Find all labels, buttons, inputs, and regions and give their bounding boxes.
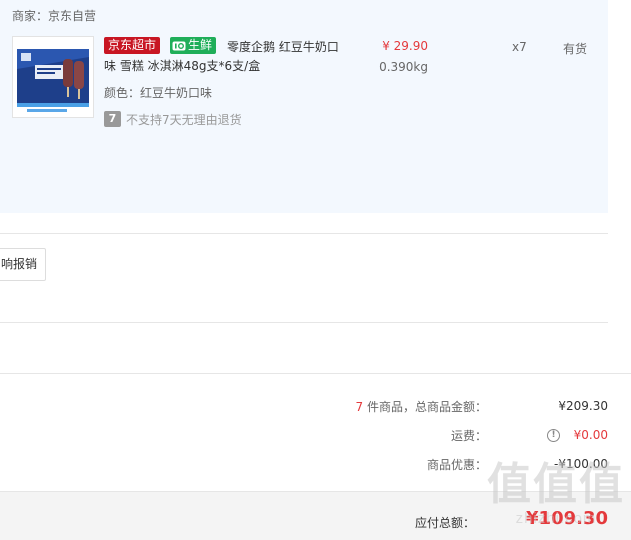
- divider: [0, 322, 608, 323]
- product-image[interactable]: [12, 36, 94, 118]
- shop-item-panel: 商家：京东自营 京东超市 生鲜 零度企鹅 红豆牛奶口 味 雪糕 冰淇淋48g支*…: [0, 0, 608, 213]
- product-price: ¥ 29.90: [382, 39, 428, 53]
- stock-status: 有货: [563, 42, 588, 56]
- popsicle-box-image: [13, 37, 93, 117]
- product-quantity: x7: [512, 40, 527, 54]
- product-weight: 0.390kg: [379, 60, 428, 74]
- goods-total-row: 7 件商品，总商品金额： ¥209.30: [0, 397, 631, 415]
- fresh-tag: 生鲜: [170, 37, 217, 54]
- payable-label: 应付总额：: [414, 516, 475, 530]
- product-title-line2[interactable]: 味 雪糕 冰淇淋48g支*6支/盒: [104, 57, 260, 74]
- product-color: 颜色：红豆牛奶口味: [104, 86, 213, 100]
- goods-total-value: ¥209.30: [558, 399, 608, 413]
- return-policy-icon: 7: [104, 111, 121, 127]
- shipping-value: ¥0.00: [573, 428, 608, 442]
- discount-row: 商品优惠： -¥100.00: [0, 455, 631, 473]
- shop-label: 商家：京东自营: [12, 9, 97, 23]
- divider: [0, 373, 631, 374]
- goods-total-label: 7 件商品，总商品金额：: [356, 398, 487, 415]
- payable-total-bar: 应付总额： ¥109.30: [0, 491, 631, 540]
- invoice-button[interactable]: 响报销: [0, 248, 46, 281]
- info-icon[interactable]: !: [547, 428, 560, 442]
- discount-value: -¥100.00: [554, 457, 608, 471]
- return-policy-text: 不支持7天无理由退货: [126, 113, 242, 127]
- goods-total-text: 件商品，总商品金额：: [363, 399, 487, 414]
- fresh-tag-label: 生鲜: [188, 38, 213, 52]
- shipping-label: 运费：: [450, 428, 487, 443]
- shipping-row: 运费： ! ¥0.00: [0, 426, 631, 444]
- fresh-icon: [171, 38, 187, 53]
- product-title-line1[interactable]: 零度企鹅 红豆牛奶口: [227, 38, 339, 55]
- divider: [0, 233, 608, 234]
- discount-label: 商品优惠：: [426, 457, 487, 472]
- jd-supermarket-tag: 京东超市: [104, 37, 161, 54]
- payable-value: ¥109.30: [526, 508, 608, 529]
